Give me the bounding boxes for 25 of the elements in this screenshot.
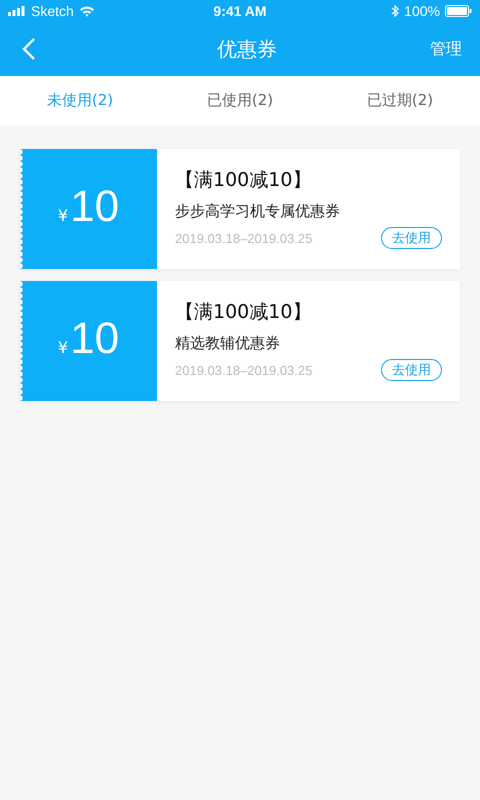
- coupon-condition: 【满100减10】: [175, 168, 312, 193]
- carrier-name: Sketch: [31, 3, 74, 19]
- tab[interactable]: 未使用(2): [0, 91, 160, 110]
- back-icon[interactable]: [22, 37, 36, 61]
- currency-sign: ¥: [58, 206, 68, 225]
- validity-period: 2019.03.18–2019.03.25: [175, 230, 312, 246]
- currency-sign: ¥: [58, 338, 68, 357]
- battery-icon: [444, 5, 472, 17]
- signal-icon: [8, 6, 26, 16]
- coupon-amount: 10: [70, 317, 120, 361]
- coupon-name: 精选教辅优惠券: [175, 333, 280, 353]
- use-button[interactable]: 去使用: [381, 227, 442, 249]
- page-title: 优惠券: [217, 36, 277, 62]
- coupon-condition: 【满100减10】: [175, 300, 312, 325]
- clock-time: 9:41 AM: [213, 3, 267, 19]
- tab[interactable]: 已使用(2): [160, 91, 320, 110]
- coupon-name: 步步高学习机专属优惠券: [175, 201, 340, 221]
- wifi-icon: [78, 5, 95, 17]
- battery-percent: 100%: [404, 3, 440, 19]
- manage-button[interactable]: 管理: [430, 38, 462, 60]
- coupon-amount: 10: [70, 185, 120, 229]
- validity-period: 2019.03.18–2019.03.25: [175, 362, 312, 378]
- use-button[interactable]: 去使用: [381, 359, 442, 381]
- tab[interactable]: 已过期(2): [320, 91, 480, 110]
- bluetooth-icon: [391, 5, 400, 17]
